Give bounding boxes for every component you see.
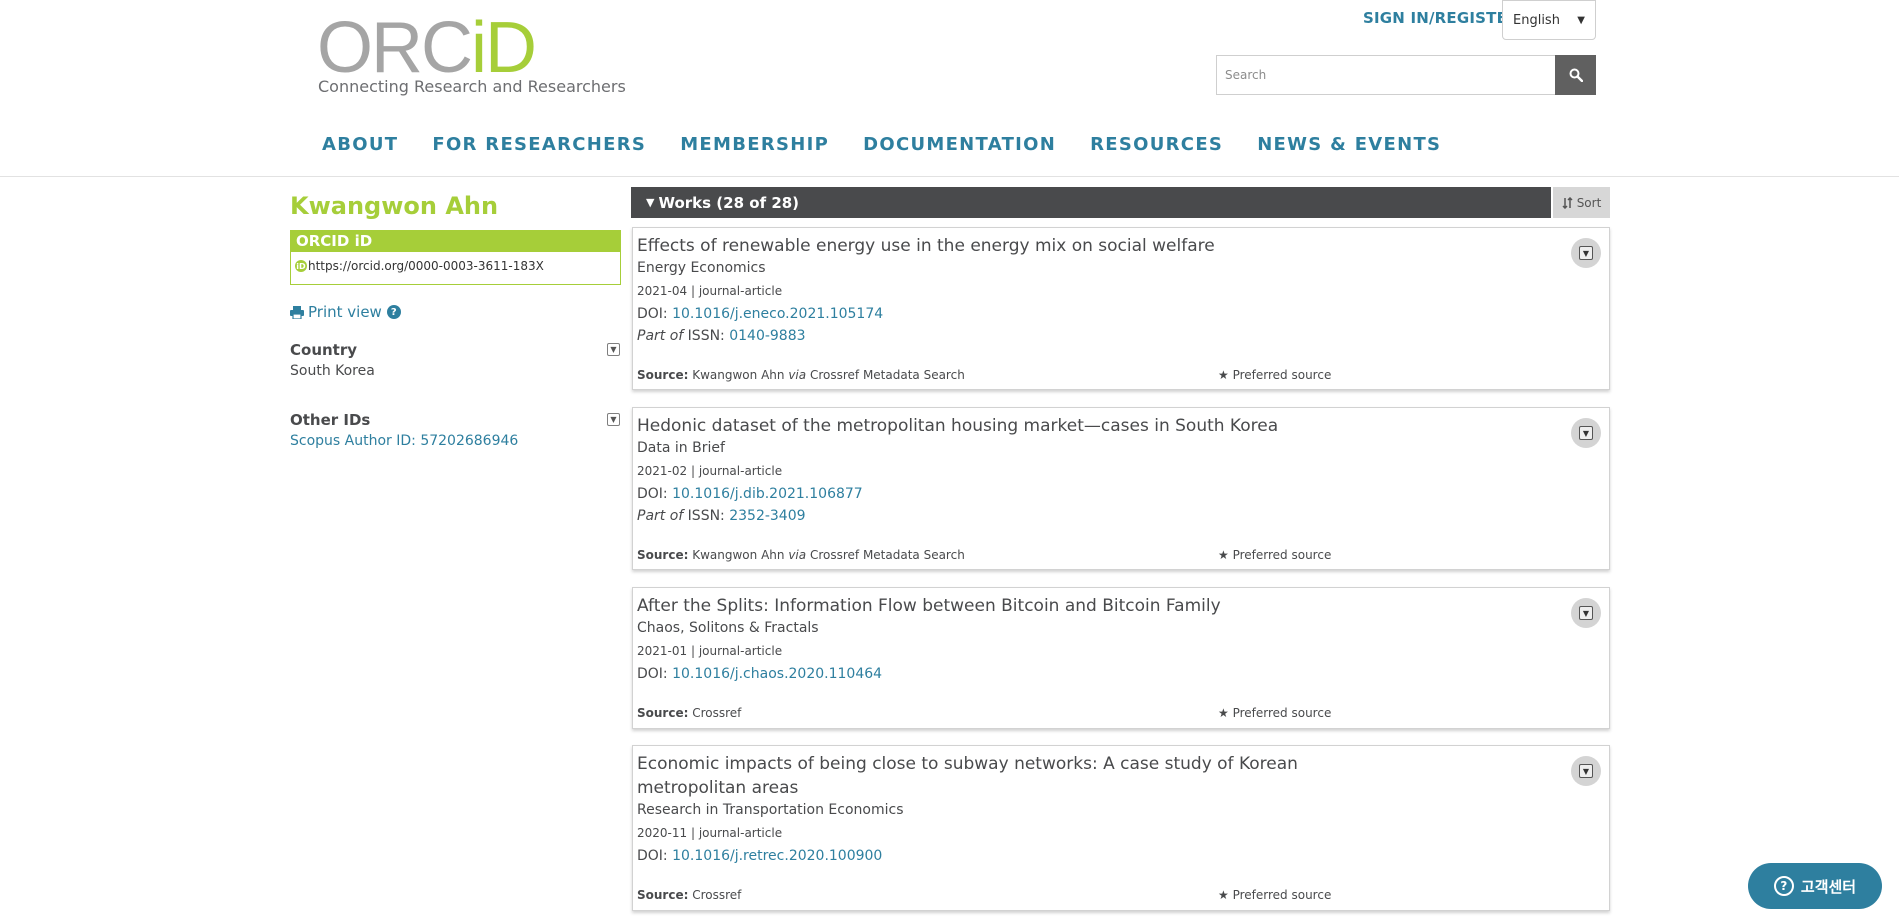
- work-source: Source: Crossref: [637, 706, 742, 720]
- nav-for-researchers[interactable]: FOR RESEARCHERS: [432, 134, 646, 155]
- search-button[interactable]: [1555, 55, 1596, 95]
- star-icon: ★: [1218, 548, 1229, 562]
- work-journal: Energy Economics: [637, 260, 766, 276]
- work-source: Source: Kwangwon Ahn via Crossref Metada…: [637, 548, 965, 562]
- work-journal: Chaos, Solitons & Fractals: [637, 620, 819, 636]
- country-label: Country: [290, 341, 358, 359]
- search-placeholder: Search: [1225, 68, 1267, 82]
- work-date-type: 2021-02 | journal-article: [637, 464, 783, 478]
- work-journal: Data in Brief: [637, 440, 725, 456]
- issn-link[interactable]: 0140-9883: [729, 328, 805, 344]
- other-ids-label: Other IDs: [290, 411, 371, 429]
- work-expand-button[interactable]: ▼: [1571, 418, 1601, 448]
- print-view-link[interactable]: Print view ?: [290, 303, 401, 321]
- chevron-down-icon: ▼: [1579, 426, 1593, 440]
- site-header: ORCiD Connecting Research and Researcher…: [0, 0, 1899, 177]
- country-toggle-icon[interactable]: ▼: [607, 343, 620, 356]
- star-icon: ★: [1218, 368, 1229, 382]
- work-expand-button[interactable]: ▼: [1571, 756, 1601, 786]
- chevron-down-icon: ▼: [646, 196, 655, 209]
- work-title: After the Splits: Information Flow betwe…: [637, 596, 1221, 616]
- sort-icon: [1562, 196, 1573, 209]
- question-icon: ?: [1773, 876, 1794, 896]
- question-icon[interactable]: ?: [386, 305, 401, 319]
- work-title: Hedonic dataset of the metropolitan hous…: [637, 416, 1279, 436]
- chevron-down-icon: ▼: [1579, 764, 1593, 778]
- work-card: After the Splits: Information Flow betwe…: [632, 587, 1610, 729]
- doi-link[interactable]: 10.1016/j.dib.2021.106877: [672, 486, 863, 502]
- work-card: Effects of renewable energy use in the e…: [632, 227, 1610, 390]
- preferred-source: ★ Preferred source: [1218, 706, 1332, 720]
- issn-link[interactable]: 2352-3409: [729, 508, 805, 524]
- work-date-type: 2020-11 | journal-article: [637, 826, 783, 840]
- work-doi: DOI: 10.1016/j.retrec.2020.100900: [637, 848, 883, 864]
- work-date-type: 2021-04 | journal-article: [637, 284, 783, 298]
- person-name: Kwangwon Ahn: [290, 192, 499, 220]
- works-heading: Works (28 of 28): [658, 193, 800, 212]
- orcid-id-box: ORCID iD iD https://orcid.org/0000-0003-…: [290, 230, 621, 285]
- nav-documentation[interactable]: DOCUMENTATION: [863, 134, 1056, 155]
- work-expand-button[interactable]: ▼: [1571, 238, 1601, 268]
- scopus-author-id-link[interactable]: Scopus Author ID: 57202686946: [290, 433, 518, 449]
- sort-button[interactable]: Sort: [1553, 187, 1610, 218]
- chevron-down-icon: ▼: [1577, 14, 1585, 26]
- search-icon: [1569, 68, 1583, 82]
- logo-tagline: Connecting Research and Researchers: [318, 77, 626, 96]
- star-icon: ★: [1218, 706, 1229, 720]
- doi-link[interactable]: 10.1016/j.retrec.2020.100900: [672, 848, 882, 864]
- work-doi: DOI: 10.1016/j.dib.2021.106877: [637, 486, 863, 502]
- country-value: South Korea: [290, 363, 375, 379]
- orcid-id-heading: ORCID iD: [291, 231, 620, 252]
- work-title: Economic impacts of being close to subwa…: [637, 754, 1298, 798]
- help-center-button[interactable]: ? 고객센터: [1748, 863, 1882, 909]
- work-card: Economic impacts of being close to subwa…: [632, 745, 1610, 911]
- work-doi: DOI: 10.1016/j.eneco.2021.105174: [637, 306, 884, 322]
- main-nav: ABOUT FOR RESEARCHERS MEMBERSHIP DOCUMEN…: [322, 134, 1475, 155]
- printer-icon: [290, 305, 304, 319]
- orcid-id-icon: iD: [295, 260, 307, 272]
- orcid-id-url[interactable]: https://orcid.org/0000-0003-3611-183X: [308, 259, 544, 273]
- work-title: Effects of renewable energy use in the e…: [637, 236, 1215, 256]
- works-section-header[interactable]: ▼ Works (28 of 28): [631, 187, 1551, 218]
- work-card: Hedonic dataset of the metropolitan hous…: [632, 407, 1610, 570]
- work-journal: Research in Transportation Economics: [637, 802, 904, 818]
- work-expand-button[interactable]: ▼: [1571, 598, 1601, 628]
- help-center-label: 고객센터: [1800, 877, 1857, 896]
- preferred-source: ★ Preferred source: [1218, 888, 1332, 902]
- print-view-label: Print view: [308, 303, 382, 321]
- nav-membership[interactable]: MEMBERSHIP: [680, 134, 829, 155]
- chevron-down-icon: ▼: [1579, 606, 1593, 620]
- nav-about[interactable]: ABOUT: [322, 134, 398, 155]
- logo-wordmark: ORCiD: [317, 8, 537, 88]
- work-date-type: 2021-01 | journal-article: [637, 644, 783, 658]
- nav-resources[interactable]: RESOURCES: [1090, 134, 1223, 155]
- preferred-source: ★ Preferred source: [1218, 548, 1332, 562]
- preferred-source: ★ Preferred source: [1218, 368, 1332, 382]
- work-doi: DOI: 10.1016/j.chaos.2020.110464: [637, 666, 883, 682]
- search-input[interactable]: Search: [1216, 55, 1556, 95]
- chevron-down-icon: ▼: [1579, 246, 1593, 260]
- sort-label: Sort: [1576, 195, 1602, 210]
- sign-in-register-link[interactable]: SIGN IN/REGISTER: [1363, 9, 1519, 27]
- doi-link[interactable]: 10.1016/j.chaos.2020.110464: [672, 666, 882, 682]
- other-ids-toggle-icon[interactable]: ▼: [607, 413, 620, 426]
- orcid-logo[interactable]: ORCiD Connecting Research and Researcher…: [317, 6, 626, 102]
- work-source: Source: Kwangwon Ahn via Crossref Metada…: [637, 368, 965, 382]
- doi-link[interactable]: 10.1016/j.eneco.2021.105174: [672, 306, 883, 322]
- language-selected-value: English: [1513, 12, 1560, 28]
- nav-news-events[interactable]: NEWS & EVENTS: [1257, 134, 1441, 155]
- work-source: Source: Crossref: [637, 888, 742, 902]
- work-issn: Part of ISSN: 2352-3409: [637, 508, 806, 524]
- work-issn: Part of ISSN: 0140-9883: [637, 328, 806, 344]
- language-select[interactable]: English ▼: [1502, 0, 1596, 40]
- star-icon: ★: [1218, 888, 1229, 902]
